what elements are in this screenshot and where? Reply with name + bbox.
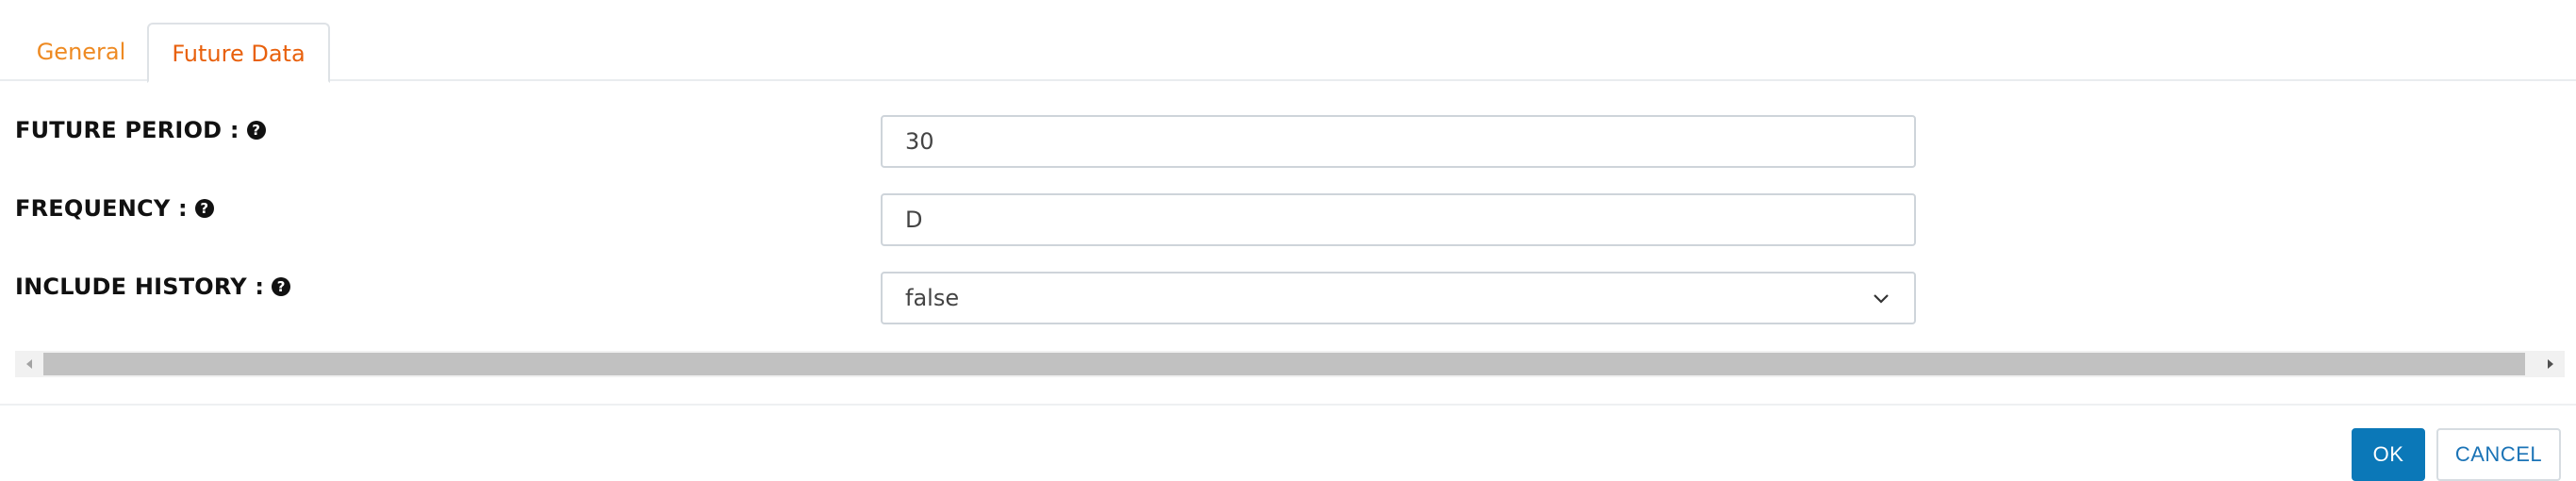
future-period-label-text: FUTURE PERIOD : <box>15 117 239 143</box>
help-icon[interactable]: ? <box>272 277 291 296</box>
frequency-field[interactable] <box>881 193 1916 246</box>
tab-future-data[interactable]: Future Data <box>147 23 330 83</box>
include-history-label-text: INCLUDE HISTORY : <box>15 274 265 300</box>
ok-button[interactable]: OK <box>2352 428 2425 481</box>
tab-bar: General Future Data <box>0 23 2576 83</box>
triangle-right-icon <box>2548 359 2553 369</box>
footer-divider <box>0 404 2576 406</box>
cancel-button[interactable]: CANCEL <box>2436 428 2561 481</box>
frequency-input[interactable] <box>905 207 1891 233</box>
scroll-right-button[interactable] <box>2536 351 2565 377</box>
chevron-down-icon <box>1874 294 1889 304</box>
help-icon[interactable]: ? <box>246 121 266 140</box>
include-history-selected-value: false <box>905 285 960 311</box>
triangle-left-icon <box>26 359 32 369</box>
scrollbar-thumb[interactable] <box>43 353 2525 375</box>
horizontal-scrollbar[interactable] <box>15 351 2565 377</box>
help-icon[interactable]: ? <box>194 199 214 218</box>
future-period-label: FUTURE PERIOD : ? <box>15 117 266 143</box>
frequency-label-text: FREQUENCY : <box>15 195 188 222</box>
include-history-label: INCLUDE HISTORY : ? <box>15 274 291 300</box>
scroll-left-button[interactable] <box>15 351 43 377</box>
include-history-select[interactable]: false <box>881 272 1916 324</box>
tab-general[interactable]: General <box>15 23 147 81</box>
future-period-input[interactable] <box>905 128 1891 155</box>
future-period-field[interactable] <box>881 115 1916 168</box>
frequency-label: FREQUENCY : ? <box>15 195 214 222</box>
